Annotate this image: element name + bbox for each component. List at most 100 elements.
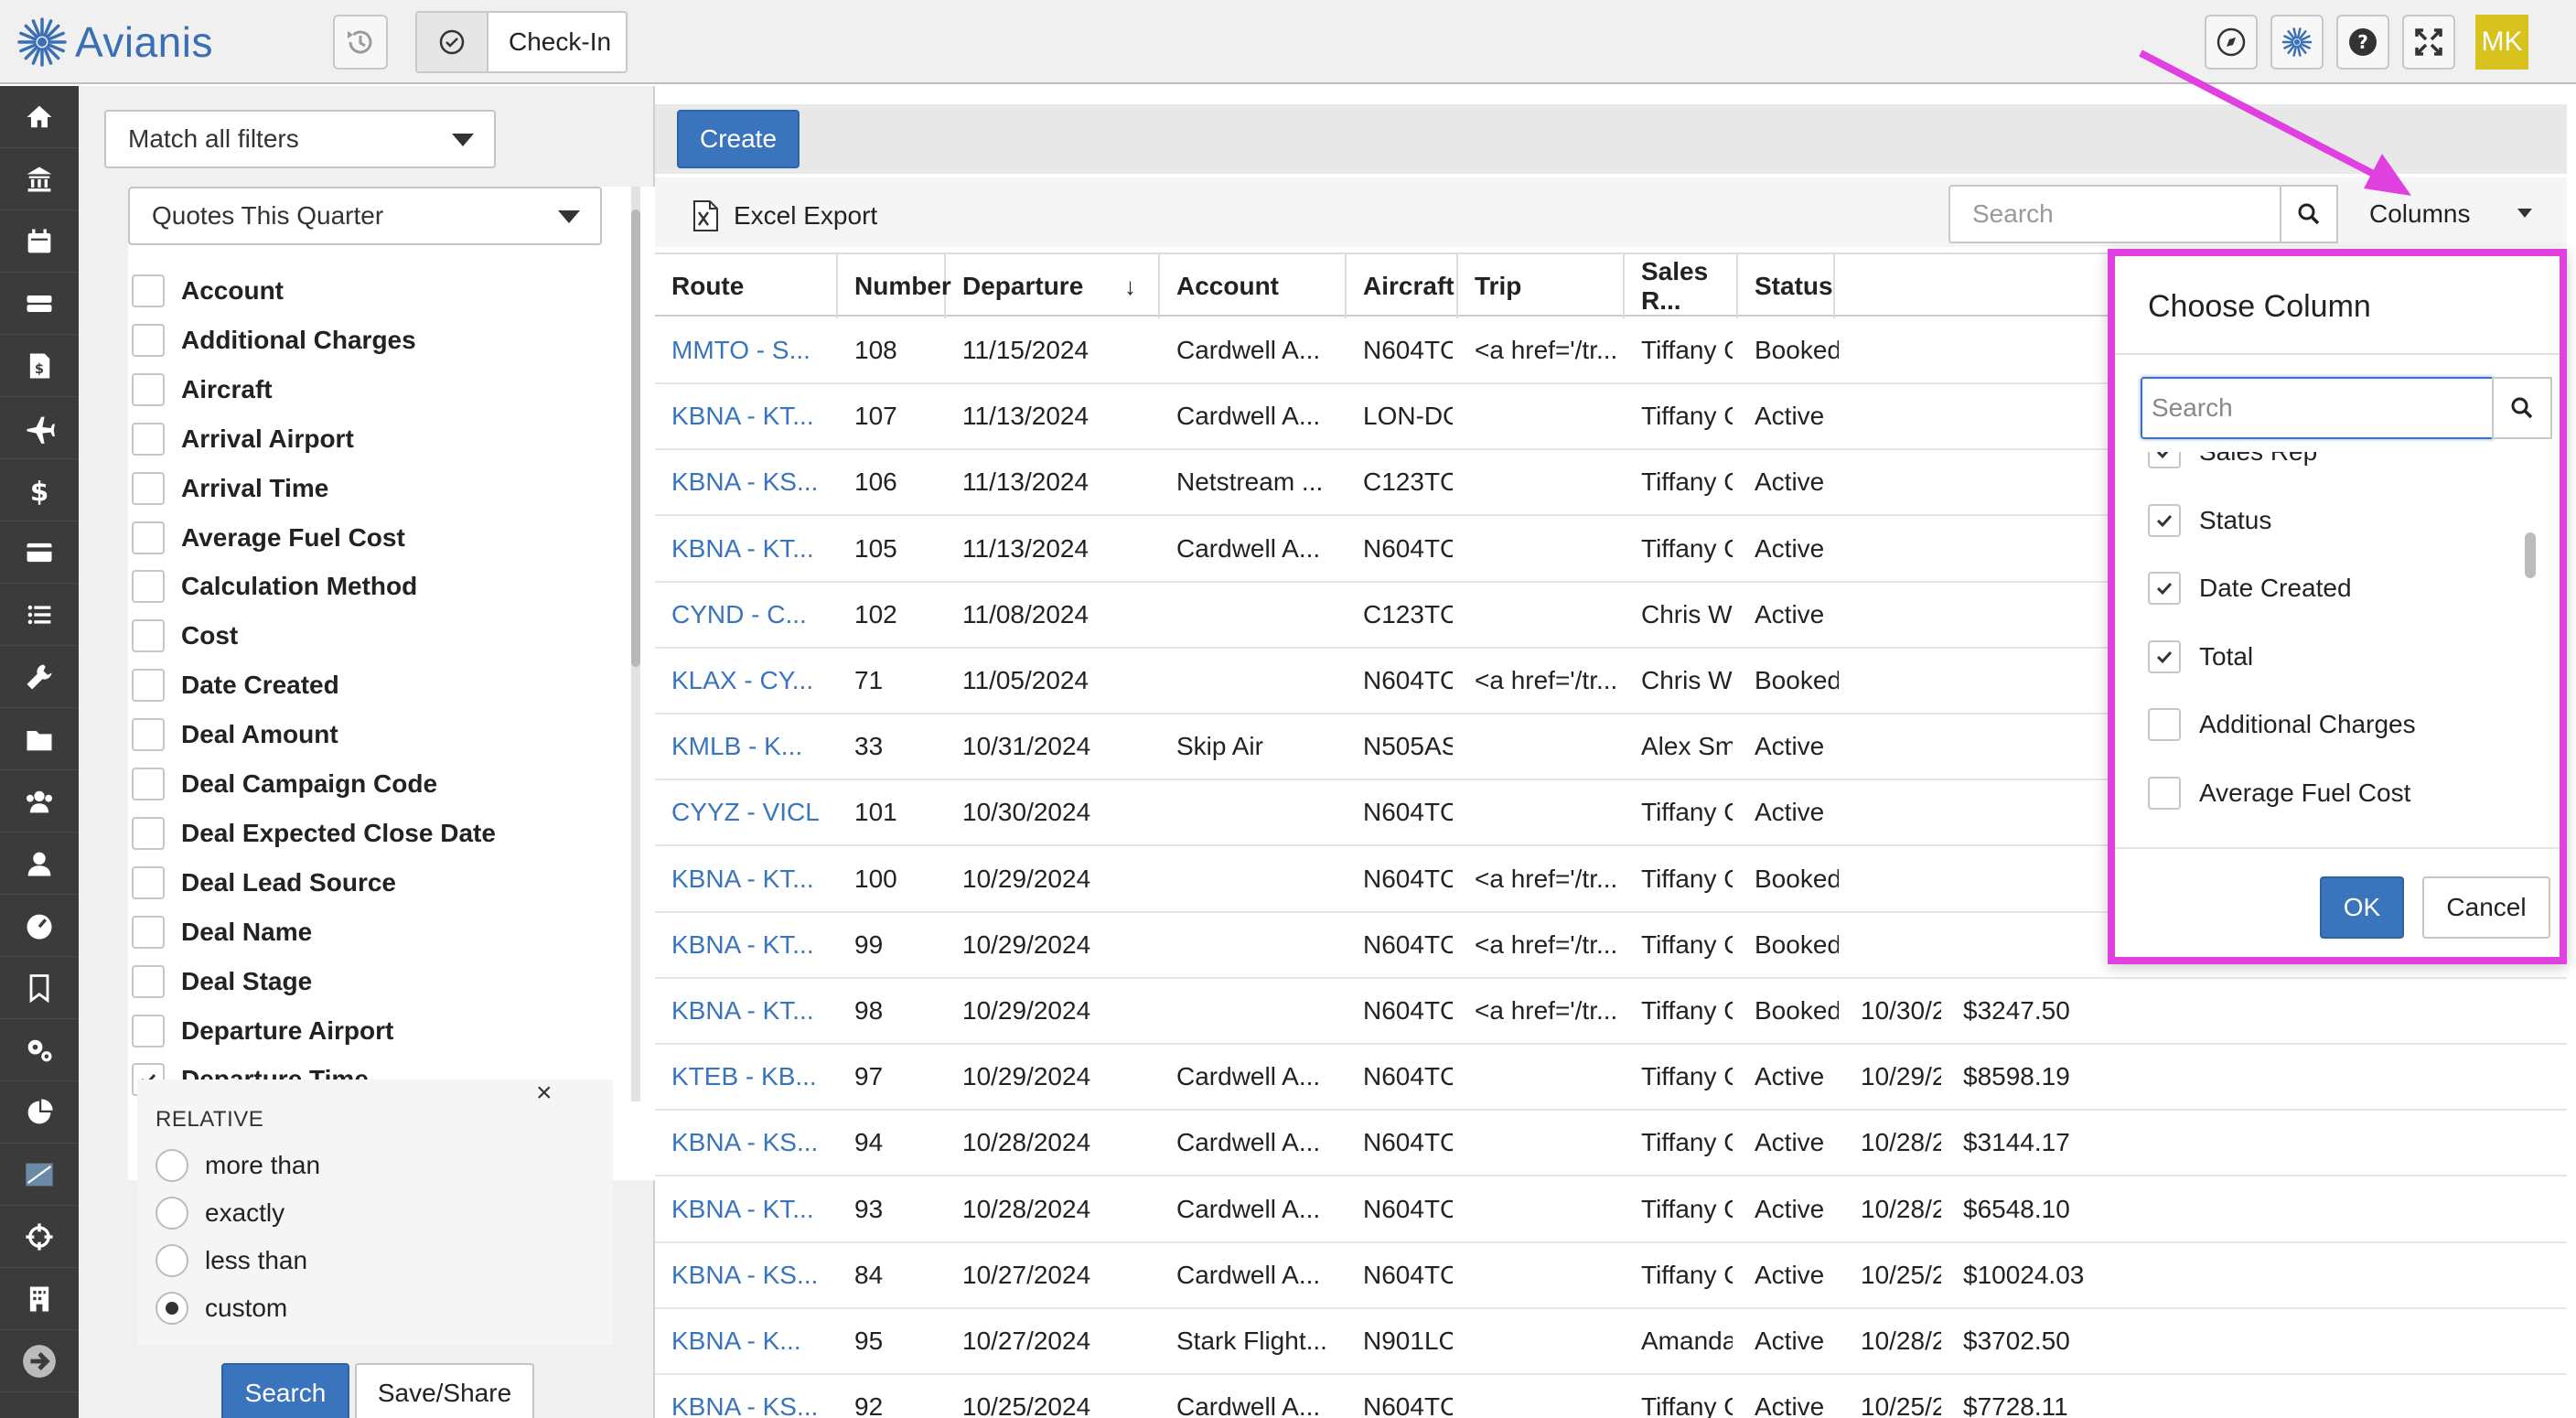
nav-item-dashboard[interactable]: [0, 895, 79, 957]
column-header[interactable]: Number: [838, 254, 951, 318]
route-link[interactable]: CYND - C...: [655, 583, 832, 647]
column-header[interactable]: Sales R...: [1625, 254, 1738, 318]
checkbox[interactable]: [132, 570, 165, 604]
column-option[interactable]: Date Created: [2148, 570, 2352, 607]
column-search-button[interactable]: [2492, 377, 2552, 439]
nav-item-server[interactable]: [0, 273, 79, 335]
column-list-scrollbar-thumb[interactable]: [2525, 532, 2536, 578]
filter-field-item[interactable]: Date Created: [132, 667, 339, 704]
filter-field-item[interactable]: Additional Charges: [132, 322, 416, 359]
nav-item-map[interactable]: [0, 1144, 79, 1206]
table-row[interactable]: KTEB - KB... 97 10/29/2024 Cardwell A... N60…: [655, 1045, 2567, 1112]
user-avatar[interactable]: MK: [2475, 15, 2528, 70]
column-option[interactable]: Status: [2148, 502, 2271, 539]
filter-field-item[interactable]: Deal Expected Close Date: [132, 815, 496, 852]
checkbox[interactable]: [132, 816, 165, 850]
radio-button[interactable]: [156, 1149, 188, 1182]
nav-item-bookmark[interactable]: [0, 957, 79, 1019]
nav-item-crosshair[interactable]: [0, 1206, 79, 1268]
filter-field-item[interactable]: Deal Stage: [132, 963, 312, 1000]
checkbox[interactable]: [132, 274, 165, 307]
nav-item-plane[interactable]: [0, 397, 79, 459]
checkbox[interactable]: [132, 471, 165, 505]
filter-field-item[interactable]: Aircraft: [132, 371, 273, 408]
preset-filter-select[interactable]: Quotes This Quarter: [128, 187, 602, 245]
filter-field-item[interactable]: Calculation Method: [132, 568, 417, 605]
column-header[interactable]: Trip: [1458, 254, 1625, 318]
route-link[interactable]: KBNA - KS...: [655, 1243, 832, 1307]
route-link[interactable]: KBNA - KS...: [655, 1375, 832, 1418]
checkbox[interactable]: [132, 964, 165, 998]
checkbox[interactable]: [132, 619, 165, 653]
filter-field-item[interactable]: Average Fuel Cost: [132, 520, 405, 556]
filter-field-item[interactable]: Deal Lead Source: [132, 865, 396, 901]
route-link[interactable]: KBNA - KS...: [655, 1111, 832, 1175]
relative-option[interactable]: exactly: [156, 1195, 284, 1231]
checkbox[interactable]: [132, 718, 165, 752]
column-option[interactable]: Additional Charges: [2148, 706, 2416, 743]
checkbox[interactable]: [132, 323, 165, 357]
checkbox[interactable]: [132, 768, 165, 800]
nav-item-dollar[interactable]: $: [0, 459, 79, 521]
filter-field-item[interactable]: Departure Airport: [132, 1013, 393, 1049]
table-search-input[interactable]: Search: [1948, 185, 2281, 243]
checkbox[interactable]: [2148, 452, 2181, 468]
route-link[interactable]: KBNA - KT...: [655, 1177, 832, 1241]
checkbox[interactable]: [132, 865, 165, 899]
nav-item-folder[interactable]: [0, 708, 79, 770]
table-row[interactable]: KBNA - KS... 94 10/28/2024 Cardwell A... N60…: [655, 1111, 2567, 1177]
route-link[interactable]: CYYZ - VICL: [655, 780, 832, 844]
relative-option[interactable]: more than: [156, 1147, 320, 1184]
route-link[interactable]: KBNA - KT...: [655, 847, 832, 911]
checkbox[interactable]: [2148, 777, 2181, 810]
table-row[interactable]: KBNA - KT... 98 10/29/2024 N604TC (C... <a h…: [655, 979, 2567, 1045]
nav-item-pie[interactable]: [0, 1081, 79, 1144]
route-link[interactable]: KBNA - KS...: [655, 450, 832, 514]
column-header[interactable]: Aircraft: [1347, 254, 1458, 318]
column-search-input[interactable]: Search: [2141, 377, 2494, 439]
save-share-button[interactable]: Save/Share: [355, 1363, 534, 1418]
route-link[interactable]: KBNA - KT...: [655, 517, 832, 581]
radio-button[interactable]: [156, 1292, 188, 1325]
column-header[interactable]: Departure ↓: [946, 254, 1160, 318]
filter-field-item[interactable]: Cost: [132, 618, 238, 654]
route-link[interactable]: KBNA - KT...: [655, 913, 832, 977]
checkbox[interactable]: [132, 372, 165, 406]
route-link[interactable]: KBNA - KT...: [655, 979, 832, 1043]
radio-button[interactable]: [156, 1244, 188, 1277]
filter-field-item[interactable]: Arrival Airport: [132, 421, 354, 457]
table-row[interactable]: KBNA - KS... 92 10/25/2024 Cardwell A... N60…: [655, 1375, 2567, 1418]
column-header[interactable]: Route: [655, 254, 838, 318]
sort-arrow-icon[interactable]: ↓: [1124, 273, 1136, 301]
create-button[interactable]: Create: [677, 110, 800, 168]
filter-field-item[interactable]: Arrival Time: [132, 470, 328, 507]
nav-item-calendar[interactable]: [0, 210, 79, 273]
match-filter-select[interactable]: Match all filters: [104, 110, 496, 168]
relative-option[interactable]: less than: [156, 1242, 307, 1279]
ok-button[interactable]: OK: [2320, 876, 2404, 939]
table-row[interactable]: KBNA - KS... 84 10/27/2024 Cardwell A... N60…: [655, 1243, 2567, 1309]
radio-button[interactable]: [156, 1197, 188, 1230]
checkbox[interactable]: [2148, 572, 2181, 606]
route-link[interactable]: MMTO - S...: [655, 318, 832, 382]
filter-field-item[interactable]: Deal Campaign Code: [132, 766, 437, 802]
table-row[interactable]: KBNA - KT... 93 10/28/2024 Cardwell A... N60…: [655, 1177, 2567, 1243]
nav-item-home[interactable]: [0, 86, 79, 148]
column-option[interactable]: Total: [2148, 639, 2253, 675]
help-button[interactable]: ?: [2336, 15, 2389, 70]
column-option[interactable]: Sales Rep: [2148, 452, 2317, 470]
table-search-button[interactable]: [2280, 185, 2338, 243]
checkbox[interactable]: [2148, 708, 2181, 742]
nav-item-wrench[interactable]: [0, 646, 79, 708]
route-link[interactable]: KTEB - KB...: [655, 1045, 832, 1109]
excel-export-button[interactable]: Excel Export: [690, 199, 877, 232]
nav-item-bank[interactable]: [0, 148, 79, 210]
checkbox[interactable]: [132, 915, 165, 949]
route-link[interactable]: KMLB - K...: [655, 714, 832, 779]
checkbox[interactable]: [2148, 503, 2181, 537]
column-header[interactable]: Status: [1738, 254, 1835, 318]
nav-item-arrow-right[interactable]: [0, 1330, 79, 1392]
nav-item-invoice[interactable]: $: [0, 335, 79, 397]
filter-field-item[interactable]: Account: [132, 273, 284, 309]
compass-button[interactable]: [2205, 15, 2258, 70]
